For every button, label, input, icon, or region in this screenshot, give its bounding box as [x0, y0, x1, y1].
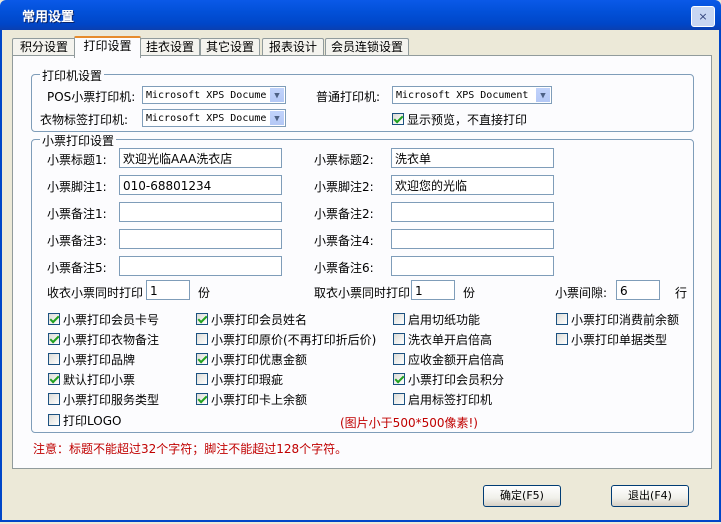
preview-label: 显示预览，不直接打印 [407, 113, 528, 127]
tab-report[interactable]: 报表设计 [262, 38, 324, 56]
option-label-1: 小票打印会员姓名 [211, 313, 308, 327]
preview-checkbox[interactable] [392, 113, 404, 125]
option-checkbox-4[interactable] [48, 333, 60, 345]
take-copies-unit: 份 [463, 286, 476, 300]
remark6-input[interactable] [391, 256, 554, 276]
option-label-15: 小票打印卡上余额 [211, 393, 308, 407]
option-label-11: 默认打印小票 [63, 373, 136, 387]
tab-other[interactable]: 其它设置 [200, 38, 260, 56]
normal-printer-value: Microsoft XPS Document [396, 90, 529, 101]
title-bar: 常用设置 × [0, 0, 721, 30]
option-label-13: 小票打印会员积分 [408, 373, 505, 387]
title2-label: 小票标题2: [314, 153, 374, 167]
normal-printer-label: 普通打印机: [316, 90, 381, 104]
chevron-down-icon[interactable]: ▼ [535, 87, 551, 103]
window-title: 常用设置 [22, 10, 75, 25]
tab-points[interactable]: 积分设置 [12, 38, 76, 56]
tab-hanging[interactable]: 挂衣设置 [140, 38, 200, 56]
remark2-input[interactable] [391, 202, 554, 222]
option-label-7: 小票打印单据类型 [571, 333, 668, 347]
option-checkbox-6[interactable] [393, 333, 405, 345]
title1-input[interactable]: 欢迎光临AAA洗衣店 [119, 148, 282, 168]
foot1-input[interactable]: 010-68801234 [119, 175, 282, 195]
option-label-2: 启用切纸功能 [408, 313, 481, 327]
option-checkbox-2[interactable] [393, 313, 405, 325]
foot2-input[interactable]: 欢迎您的光临 [391, 175, 554, 195]
option-label-0: 小票打印会员卡号 [63, 313, 160, 327]
remark4-label: 小票备注4: [314, 234, 374, 248]
option-checkbox-14[interactable] [48, 393, 60, 405]
option-checkbox-5[interactable] [196, 333, 208, 345]
option-checkbox-1[interactable] [196, 313, 208, 325]
option-checkbox-0[interactable] [48, 313, 60, 325]
option-label-17: 打印LOGO [63, 414, 122, 428]
logo-size-hint: (图片小于500*500像素!) [340, 416, 478, 430]
option-label-16: 启用标签打印机 [408, 393, 493, 407]
option-checkbox-16[interactable] [393, 393, 405, 405]
remark5-label: 小票备注5: [47, 261, 107, 275]
gap-input[interactable]: 6 [616, 280, 660, 300]
gap-unit: 行 [675, 286, 688, 300]
remark2-label: 小票备注2: [314, 207, 374, 221]
option-label-3: 小票打印消费前余额 [571, 313, 680, 327]
pos-printer-value: Microsoft XPS Document [146, 90, 267, 101]
gap-label: 小票间隙: [555, 286, 608, 300]
option-checkbox-9[interactable] [196, 353, 208, 365]
option-label-12: 小票打印瑕疵 [211, 373, 284, 387]
remark5-input[interactable] [119, 256, 282, 276]
foot2-label: 小票脚注2: [314, 180, 374, 194]
remark4-input[interactable] [391, 229, 554, 249]
option-checkbox-7[interactable] [556, 333, 568, 345]
title2-input[interactable]: 洗衣单 [391, 148, 554, 168]
tag-printer-value: Microsoft XPS Document [146, 113, 267, 124]
option-label-6: 洗衣单开启倍高 [408, 333, 493, 347]
tag-printer-select[interactable]: Microsoft XPS Document ▼ [142, 109, 286, 127]
option-label-4: 小票打印衣物备注 [63, 333, 160, 347]
option-label-10: 应收金额开启倍高 [408, 353, 505, 367]
length-note: 注意：标题不能超过32个字符；脚注不能超过128个字符。 [33, 442, 348, 456]
take-copies-label: 取衣小票同时打印 [314, 286, 411, 300]
option-checkbox-12[interactable] [196, 373, 208, 385]
option-label-9: 小票打印优惠金额 [211, 353, 308, 367]
recv-copies-input[interactable]: 1 [146, 280, 190, 300]
tab-print[interactable]: 打印设置 [74, 36, 141, 58]
option-checkbox-3[interactable] [556, 313, 568, 325]
tag-printer-label: 衣物标签打印机: [40, 113, 129, 127]
foot1-label: 小票脚注1: [47, 180, 107, 194]
option-checkbox-10[interactable] [393, 353, 405, 365]
option-checkbox-11[interactable] [48, 373, 60, 385]
remark3-label: 小票备注3: [47, 234, 107, 248]
remark1-label: 小票备注1: [47, 207, 107, 221]
pos-printer-select[interactable]: Microsoft XPS Document ▼ [142, 86, 286, 104]
exit-button[interactable]: 退出(F4) [611, 485, 689, 507]
printer-group-legend: 打印机设置 [40, 67, 105, 84]
option-checkbox-15[interactable] [196, 393, 208, 405]
pos-printer-label: POS小票打印机: [47, 90, 136, 104]
recv-copies-unit: 份 [198, 286, 211, 300]
remark3-input[interactable] [119, 229, 282, 249]
remark6-label: 小票备注6: [314, 261, 374, 275]
ok-button[interactable]: 确定(F5) [483, 485, 561, 507]
option-checkbox-17[interactable] [48, 414, 60, 426]
option-checkbox-8[interactable] [48, 353, 60, 365]
option-label-5: 小票打印原价(不再打印折后价) [211, 333, 377, 347]
remark1-input[interactable] [119, 202, 282, 222]
normal-printer-select[interactable]: Microsoft XPS Document ▼ [392, 86, 552, 104]
ticket-group-legend: 小票打印设置 [40, 132, 117, 149]
option-label-14: 小票打印服务类型 [63, 393, 160, 407]
chevron-down-icon[interactable]: ▼ [269, 87, 285, 103]
recv-copies-label: 收衣小票同时打印 [47, 286, 144, 300]
title1-label: 小票标题1: [47, 153, 107, 167]
close-button[interactable]: × [691, 6, 715, 27]
option-label-8: 小票打印品牌 [63, 353, 136, 367]
take-copies-input[interactable]: 1 [411, 280, 455, 300]
option-checkbox-13[interactable] [393, 373, 405, 385]
tab-member-chain[interactable]: 会员连锁设置 [325, 38, 409, 56]
chevron-down-icon[interactable]: ▼ [269, 110, 285, 126]
